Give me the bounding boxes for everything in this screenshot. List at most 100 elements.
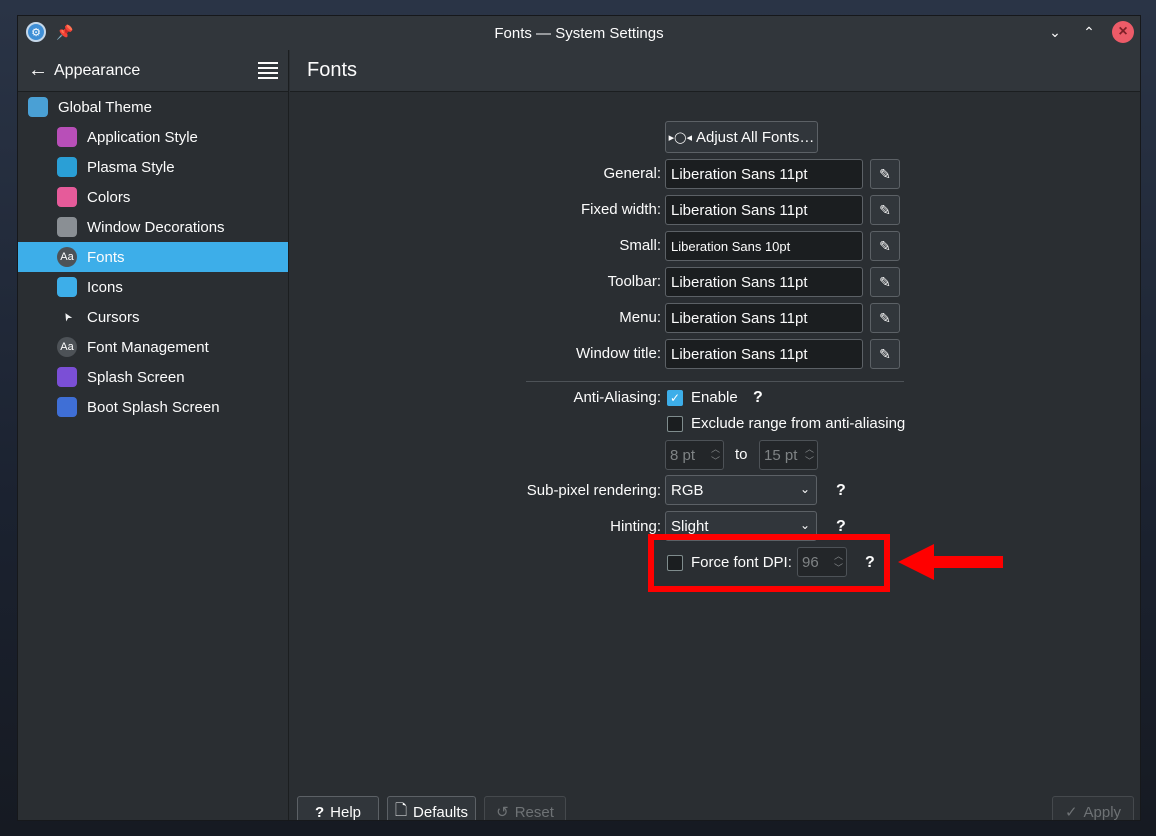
- sidebar-item-cursors[interactable]: ➤ Cursors: [18, 302, 288, 332]
- defaults-icon: 🗋: [394, 801, 408, 819]
- exclude-range-checkbox[interactable]: [667, 416, 683, 432]
- back-arrow-icon[interactable]: ←: [28, 59, 52, 82]
- fonts-icon: Aa: [57, 247, 77, 267]
- subpixel-rendering-value: RGB: [671, 481, 704, 499]
- font-field[interactable]: Liberation Sans 11pt: [665, 195, 863, 225]
- sidebar-item-label: Splash Screen: [87, 368, 185, 386]
- sidebar-item-label: Boot Splash Screen: [87, 398, 220, 416]
- pencil-edit-icon[interactable]: ✎: [870, 231, 900, 261]
- font-field[interactable]: Liberation Sans 11pt: [665, 159, 863, 189]
- hinting-value: Slight: [671, 517, 709, 535]
- help-button-label: Help: [330, 803, 362, 821]
- chevron-down-icon: ⌄: [799, 518, 810, 532]
- exclude-range-label: Exclude range from anti-aliasing: [691, 415, 906, 432]
- font-field[interactable]: Liberation Sans 11pt: [665, 339, 863, 369]
- cursors-icon: ➤: [59, 309, 75, 324]
- sidebar-item-icons[interactable]: Icons: [18, 272, 288, 302]
- enable-antialiasing-checkbox[interactable]: ✓: [667, 390, 683, 406]
- sidebar-item-label: Cursors: [87, 308, 140, 326]
- subpixel-rendering-combo[interactable]: RGB ⌄: [665, 475, 817, 505]
- icons-icon: [57, 277, 77, 297]
- sidebar-item-label: Colors: [87, 188, 131, 206]
- anti-aliasing-label: Anti-Aliasing:: [573, 389, 661, 406]
- subpixel-rendering-label: Sub-pixel rendering:: [526, 482, 661, 499]
- pencil-edit-icon[interactable]: ✎: [870, 159, 900, 189]
- adjust-fonts-icon: ▸◯◂: [668, 131, 692, 144]
- annotation-highlight-box: [648, 534, 890, 592]
- spin-down-icon[interactable]: ﹀: [805, 455, 814, 467]
- sidebar: ← Appearance Global Theme Application Sty…: [18, 50, 289, 820]
- adjust-all-fonts-button[interactable]: ▸◯◂ Adjust All Fonts…: [665, 121, 818, 153]
- reset-button-label: Reset: [514, 803, 554, 821]
- sidebar-item-colors[interactable]: Colors: [18, 182, 288, 212]
- spin-up-icon[interactable]: ︿: [711, 443, 720, 455]
- font-field[interactable]: Liberation Sans 11pt: [665, 267, 863, 297]
- sidebar-item-splash-screen[interactable]: Splash Screen: [18, 362, 288, 392]
- defaults-button[interactable]: 🗋 Defaults: [387, 796, 476, 820]
- annotation-arrow-icon: [898, 544, 1003, 580]
- subpixel-help-icon[interactable]: ?: [836, 482, 846, 500]
- system-settings-app-icon[interactable]: ⚙: [26, 22, 46, 42]
- sidebar-title: Appearance: [54, 61, 141, 79]
- system-settings-window: ⚙ 📌 Fonts — System Settings ⌄ ⌃ × ← Appe…: [17, 15, 1141, 821]
- spin-up-icon[interactable]: ︿: [805, 443, 814, 455]
- range-to-spinbox[interactable]: 15 pt ︿ ﹀: [759, 440, 818, 470]
- pencil-edit-icon[interactable]: ✎: [870, 339, 900, 369]
- sidebar-item-label: Global Theme: [58, 98, 152, 116]
- sidebar-item-label: Font Management: [87, 338, 209, 356]
- font-field[interactable]: Liberation Sans 10pt: [665, 231, 863, 261]
- sidebar-item-global-theme[interactable]: Global Theme: [18, 92, 288, 122]
- sidebar-list: Global Theme Application Style Plasma Styl…: [18, 92, 288, 422]
- sidebar-item-boot-splash-screen[interactable]: Boot Splash Screen: [18, 392, 288, 422]
- hamburger-menu-icon[interactable]: [258, 61, 278, 80]
- boot-splash-screen-icon: [57, 397, 77, 417]
- sidebar-item-plasma-style[interactable]: Plasma Style: [18, 152, 288, 182]
- help-icon: ?: [314, 803, 325, 821]
- font-label: General:: [603, 165, 661, 182]
- global-theme-icon: [28, 97, 48, 117]
- separator: [526, 381, 904, 382]
- range-from-spinbox[interactable]: 8 pt ︿ ﹀: [665, 440, 724, 470]
- main-panel: Fonts ▸◯◂ Adjust All Fonts… General: Libe…: [290, 50, 1140, 821]
- plasma-style-icon: [57, 157, 77, 177]
- font-management-icon: Aa: [57, 337, 77, 357]
- font-field[interactable]: Liberation Sans 11pt: [665, 303, 863, 333]
- reset-button[interactable]: ↺ Reset: [484, 796, 566, 821]
- colors-icon: [57, 187, 77, 207]
- font-label: Toolbar:: [607, 273, 661, 290]
- range-to-label: to: [735, 446, 748, 463]
- font-label: Fixed width:: [580, 201, 661, 218]
- range-from-value: 8 pt: [670, 446, 696, 464]
- adjust-all-fonts-label: Adjust All Fonts…: [695, 128, 815, 146]
- sidebar-item-label: Icons: [87, 278, 123, 296]
- apply-button[interactable]: ✓ Apply: [1052, 796, 1134, 821]
- page-title: Fonts: [290, 50, 1140, 92]
- sidebar-item-fonts[interactable]: Aa Fonts: [18, 242, 288, 272]
- sidebar-item-font-management[interactable]: Aa Font Management: [18, 332, 288, 362]
- range-to-value: 15 pt: [764, 446, 798, 464]
- pencil-edit-icon[interactable]: ✎: [870, 267, 900, 297]
- sidebar-item-label: Plasma Style: [87, 158, 175, 176]
- font-label: Window title:: [575, 345, 661, 362]
- pencil-edit-icon[interactable]: ✎: [870, 195, 900, 225]
- sidebar-item-label: Application Style: [87, 128, 198, 146]
- title-bar[interactable]: ⚙ 📌 Fonts — System Settings ⌄ ⌃ ×: [18, 16, 1140, 50]
- apply-button-label: Apply: [1083, 803, 1122, 821]
- sidebar-item-label: Fonts: [87, 248, 125, 266]
- maximize-button[interactable]: ⌃: [1078, 21, 1100, 43]
- window-title: Fonts — System Settings: [494, 24, 664, 42]
- close-button[interactable]: ×: [1112, 21, 1134, 43]
- chevron-down-icon: ⌄: [799, 482, 810, 496]
- pencil-edit-icon[interactable]: ✎: [870, 303, 900, 333]
- minimize-button[interactable]: ⌄: [1044, 21, 1066, 43]
- application-style-icon: [57, 127, 77, 147]
- hinting-label: Hinting:: [610, 518, 661, 535]
- window-decorations-icon: [57, 217, 77, 237]
- sidebar-item-application-style[interactable]: Application Style: [18, 122, 288, 152]
- spin-down-icon[interactable]: ﹀: [711, 455, 720, 467]
- enable-antialiasing-label: Enable: [691, 389, 738, 406]
- help-button[interactable]: ? Help: [297, 796, 379, 821]
- sidebar-item-window-decorations[interactable]: Window Decorations: [18, 212, 288, 242]
- pin-icon[interactable]: 📌: [56, 24, 74, 41]
- antialiasing-help-icon[interactable]: ?: [753, 389, 763, 407]
